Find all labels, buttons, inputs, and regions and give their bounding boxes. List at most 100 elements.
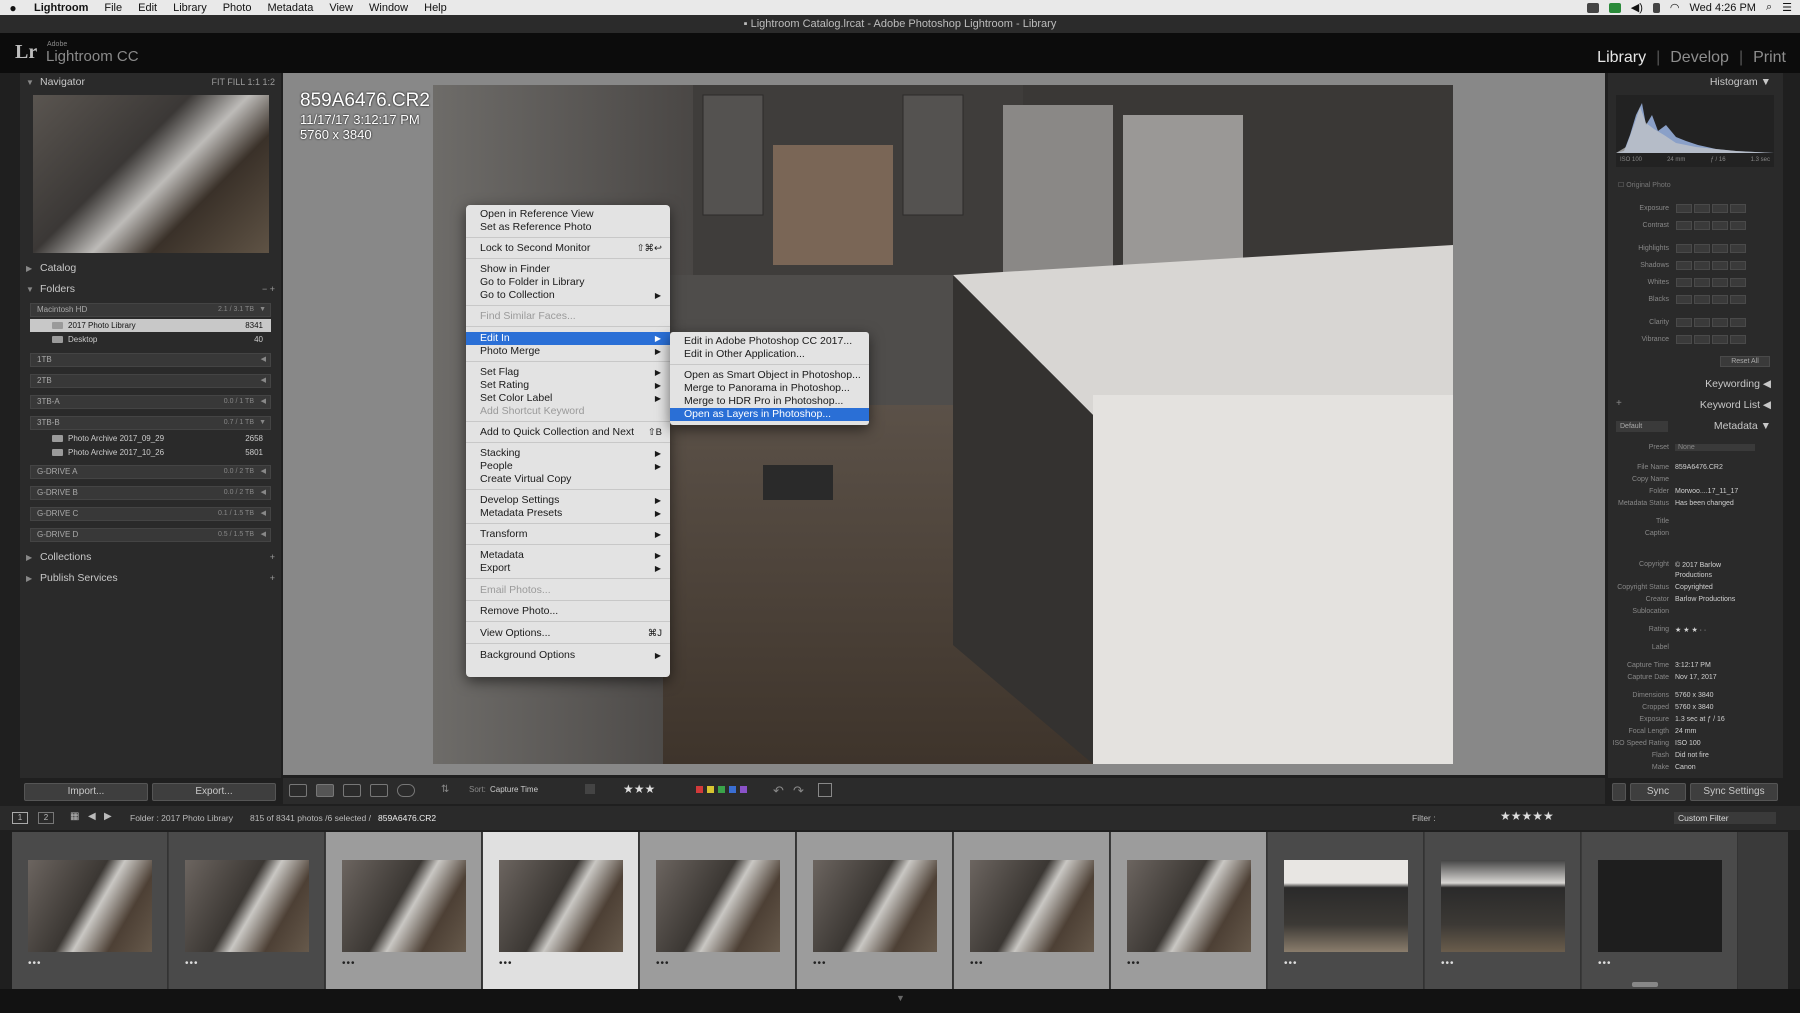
module-library[interactable]: Library [1597, 49, 1646, 67]
menu-item[interactable]: Metadata ▶ [466, 549, 670, 562]
module-develop[interactable]: Develop [1670, 49, 1729, 67]
quick-develop-row[interactable]: Clarity [1608, 317, 1783, 329]
menu-item[interactable]: Go to Collection ▶ [466, 289, 670, 302]
filmstrip-thumbnail-active[interactable]: ••• [483, 832, 639, 989]
metadata-field[interactable]: Copyright © 2017 Barlow Productions [1608, 560, 1783, 582]
menu-item[interactable]: Go to Folder in Library [466, 276, 670, 289]
dropbox-icon[interactable] [1586, 2, 1599, 13]
submenu-item[interactable]: Edit in Adobe Photoshop CC 2017... [670, 335, 869, 348]
loupe-view-icon[interactable] [316, 784, 334, 797]
menu-library[interactable]: Library [165, 2, 215, 14]
submenu-item[interactable]: Merge to HDR Pro in Photoshop... [670, 395, 869, 408]
metadata-field[interactable]: Copy Name [1608, 475, 1783, 486]
volume-g-drive-d[interactable]: G-DRIVE D 0.5 / 1.5 TB ◀ [30, 528, 271, 542]
rating-stars[interactable]: ★★★ [623, 782, 655, 796]
filter-rating-stars[interactable]: ★★★★★ [1500, 809, 1554, 823]
menu-item[interactable]: People ▶ [466, 460, 670, 473]
metadata-field[interactable]: Label [1608, 643, 1783, 654]
menu-item[interactable]: Set as Reference Photo [466, 221, 670, 234]
menu-item[interactable]: Export ▶ [466, 562, 670, 575]
folders-add-remove[interactable]: − + [262, 280, 275, 299]
quick-develop-row[interactable]: Blacks [1608, 294, 1783, 306]
menu-item[interactable]: Set Color Label ▶ [466, 392, 670, 405]
menu-item[interactable]: Open in Reference View [466, 208, 670, 221]
keyword-list-header[interactable]: Keyword List ◀ [1700, 399, 1771, 411]
quick-develop-row[interactable]: Exposure [1608, 203, 1783, 215]
volume-icon[interactable]: ◀) [1631, 1, 1643, 14]
apple-icon[interactable]: ● [0, 1, 26, 15]
quick-develop-row[interactable]: Shadows [1608, 260, 1783, 272]
catalog-header[interactable]: ▶ Catalog [20, 259, 281, 278]
sort-select[interactable]: Capture Time [490, 785, 538, 794]
export-button[interactable]: Export... [152, 783, 276, 801]
navigator-header[interactable]: ▼ Navigator FIT FILL 1:1 1:2 [20, 73, 281, 92]
menu-app[interactable]: Lightroom [26, 2, 96, 14]
filmstrip-thumbnail[interactable]: ••• [954, 832, 1110, 989]
rotate-right-icon[interactable]: ↷ [793, 783, 804, 799]
metadata-field[interactable]: Cropped 5760 x 3840 [1608, 703, 1783, 714]
navigator-zoom-options[interactable]: FIT FILL 1:1 1:2 [211, 73, 275, 92]
compare-view-icon[interactable] [343, 784, 361, 797]
menu-window[interactable]: Window [361, 2, 416, 14]
metadata-field[interactable]: Exposure 1.3 sec at ƒ / 16 [1608, 715, 1783, 726]
quick-develop-row[interactable]: Highlights [1608, 243, 1783, 255]
volume-macintosh-hd[interactable]: Macintosh HD 2.1 / 3.1 TB ▼ [30, 303, 271, 317]
main-window-button[interactable]: 1 [12, 812, 28, 824]
collections-header[interactable]: ▶ Collections + [20, 548, 281, 567]
metadata-field[interactable]: Caption [1608, 529, 1783, 540]
add-collection-button[interactable]: + [270, 548, 275, 567]
red-label-icon[interactable] [696, 786, 703, 793]
publish-services-header[interactable]: ▶ Publish Services + [20, 569, 281, 588]
submenu-item[interactable]: Edit in Other Application... [670, 348, 869, 361]
menu-metadata[interactable]: Metadata [259, 2, 321, 14]
histogram-header[interactable]: Histogram ▼ [1710, 76, 1771, 88]
menu-file[interactable]: File [96, 2, 130, 14]
metadata-field[interactable]: ISO Speed Rating ISO 100 [1608, 739, 1783, 750]
original-photo-checkbox[interactable]: ☐ Original Photo [1618, 181, 1671, 189]
metadata-header[interactable]: Metadata ▼ [1714, 420, 1771, 432]
auto-sync-toggle[interactable] [1612, 783, 1626, 801]
menu-item[interactable]: Metadata Presets ▶ [466, 507, 670, 520]
filmstrip-source[interactable]: Folder : 2017 Photo Library [130, 813, 233, 823]
menu-item[interactable]: Set Rating ▶ [466, 379, 670, 392]
volume-3tb-a[interactable]: 3TB-A 0.0 / 1 TB ◀ [30, 395, 271, 409]
sort-direction-icon[interactable]: ⇅ [441, 784, 449, 795]
folder-item[interactable]: Photo Archive 2017_10_26 5801 [30, 446, 271, 459]
filmstrip-thumbnail[interactable]: ••• [1582, 832, 1738, 989]
metadata-preset[interactable]: Preset None [1608, 443, 1783, 454]
menu-item[interactable]: Add Shortcut Keyword [466, 405, 670, 418]
blue-label-icon[interactable] [729, 786, 736, 793]
volume-1tb[interactable]: 1TB ◀ [30, 353, 271, 367]
menu-view[interactable]: View [321, 2, 361, 14]
reset-all-button[interactable]: Reset All [1720, 356, 1770, 367]
filmstrip-thumbnail[interactable]: ••• [169, 832, 325, 989]
collapse-arrow-icon[interactable]: ▼ [896, 993, 905, 1003]
menu-item[interactable]: Photo Merge ▶ [466, 345, 670, 358]
menu-item[interactable]: Show in Finder [466, 263, 670, 276]
sync-settings-button[interactable]: Sync Settings [1690, 783, 1778, 801]
menu-item-edit-in[interactable]: Edit In ▶ [466, 332, 670, 345]
submenu-item-open-as-layers[interactable]: Open as Layers in Photoshop... [670, 408, 869, 421]
grid-view-icon[interactable] [289, 784, 307, 797]
menu-item[interactable]: Remove Photo... [466, 605, 670, 618]
keywording-header[interactable]: Keywording ◀ [1705, 378, 1771, 390]
metadata-field[interactable]: Capture Time 3:12:17 PM [1608, 661, 1783, 672]
filmstrip-thumbnail[interactable]: ••• [326, 832, 482, 989]
menu-item[interactable]: Create Virtual Copy [466, 473, 670, 486]
folder-item[interactable]: Desktop 40 [30, 333, 271, 346]
rotate-left-icon[interactable]: ↶ [773, 783, 784, 799]
quick-develop-row[interactable]: Vibrance [1608, 334, 1783, 346]
metadata-field[interactable]: Sublocation [1608, 607, 1783, 618]
volume-3tb-b[interactable]: 3TB-B 0.7 / 1 TB ▼ [30, 416, 271, 430]
clock[interactable]: Wed 4:26 PM [1690, 2, 1756, 14]
add-publish-service-button[interactable]: + [270, 569, 275, 588]
volume-g-drive-c[interactable]: G-DRIVE C 0.1 / 1.5 TB ◀ [30, 507, 271, 521]
menu-item[interactable]: Stacking ▶ [466, 447, 670, 460]
menu-item[interactable]: View Options... ⌘J [466, 627, 670, 640]
sync-button[interactable]: Sync [1630, 783, 1686, 801]
survey-view-icon[interactable] [370, 784, 388, 797]
volume-g-drive-b[interactable]: G-DRIVE B 0.0 / 2 TB ◀ [30, 486, 271, 500]
metadata-field[interactable]: Creator Barlow Productions [1608, 595, 1783, 606]
filmstrip-thumbnail[interactable]: ••• [1111, 832, 1267, 989]
crop-overlay-icon[interactable] [818, 783, 832, 797]
